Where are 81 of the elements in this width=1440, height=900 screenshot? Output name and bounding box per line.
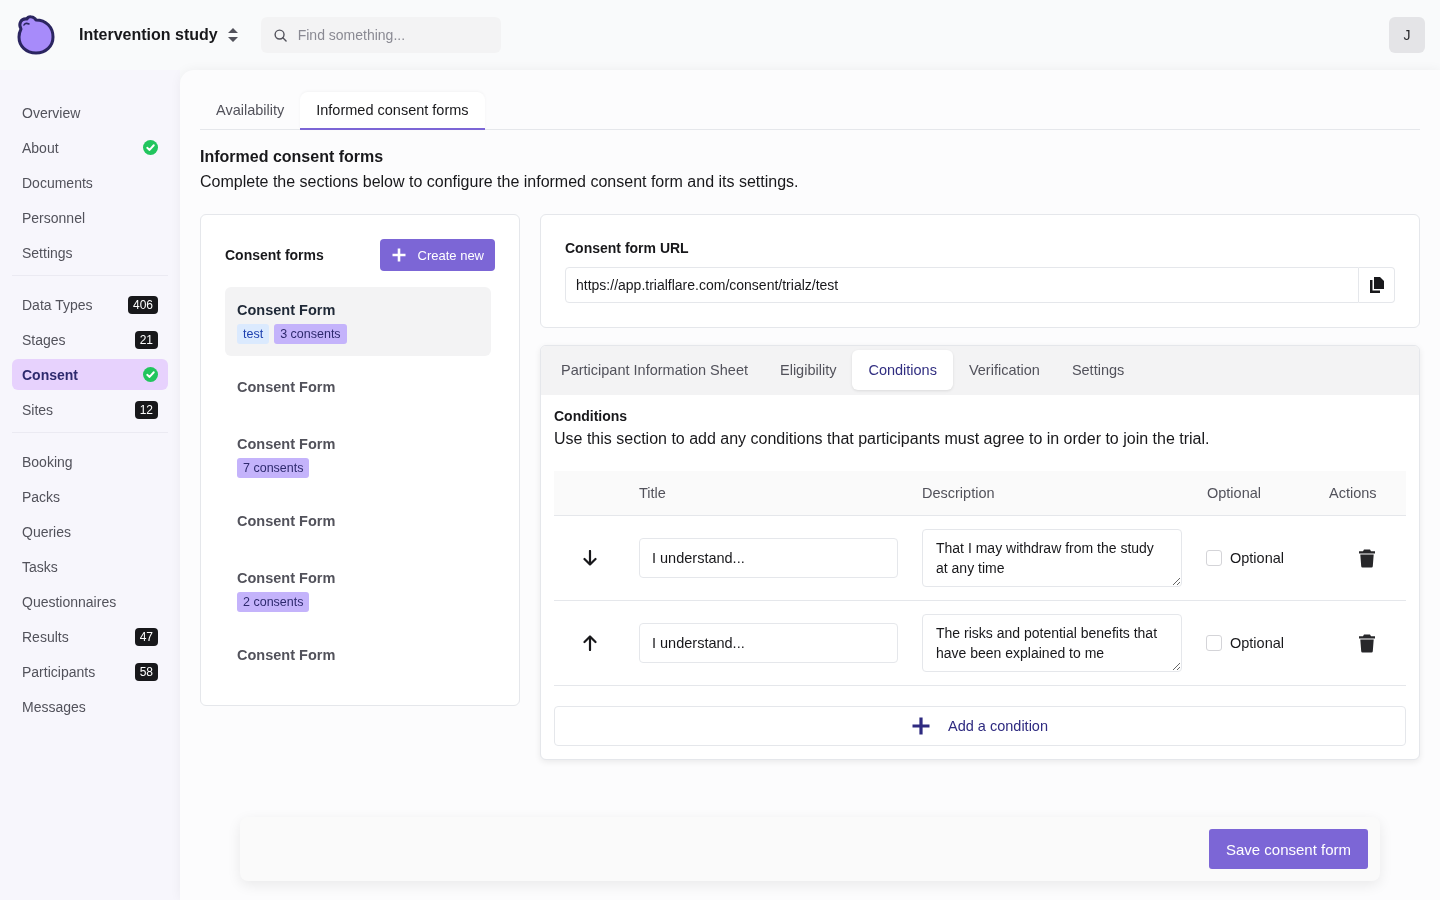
count-badge: 21 bbox=[134, 330, 158, 349]
tag: test bbox=[237, 324, 270, 344]
save-button[interactable]: Save consent form bbox=[1208, 829, 1368, 869]
sidebar-item[interactable]: Overview bbox=[12, 97, 168, 128]
user-avatar[interactable]: J bbox=[1389, 17, 1425, 53]
column-header: Optional bbox=[1207, 485, 1261, 501]
page-tab[interactable]: Availability bbox=[200, 92, 301, 130]
count-badge: 47 bbox=[134, 627, 158, 646]
form-title: Consent Form bbox=[237, 301, 337, 320]
arrow-down-icon[interactable] bbox=[583, 550, 597, 566]
form-title: Consent Form bbox=[237, 435, 337, 454]
sidebar-item[interactable]: Sites 12 bbox=[12, 394, 168, 425]
tag: 7 consents bbox=[237, 458, 310, 478]
copy-button[interactable] bbox=[1359, 267, 1395, 303]
copy-icon bbox=[1369, 277, 1384, 293]
sidebar-item[interactable]: Personnel bbox=[12, 202, 168, 233]
form-title: Consent Form bbox=[237, 569, 337, 588]
editor-tab[interactable]: Conditions bbox=[852, 350, 953, 390]
sidebar-item[interactable]: Stages 21 bbox=[12, 324, 168, 355]
sidebar-item[interactable]: Settings bbox=[12, 237, 168, 268]
sidebar-item[interactable]: Tasks bbox=[12, 551, 168, 582]
section-description: Complete the sections below to configure the informed consent form and its settings. bbox=[200, 172, 800, 192]
checkbox-label[interactable]: Optional bbox=[1230, 550, 1284, 566]
count-badge: 12 bbox=[134, 400, 158, 419]
sidebar-item[interactable]: About bbox=[12, 132, 168, 163]
consent-form-item[interactable]: Consent Form 2 consents bbox=[225, 555, 491, 624]
form-title: Consent Form bbox=[237, 378, 337, 397]
form-title: Consent Form bbox=[237, 512, 337, 531]
consent-form-item[interactable]: Consent Form test 3 consents bbox=[225, 287, 491, 356]
section-title: Informed consent forms bbox=[200, 147, 385, 167]
plus-icon bbox=[912, 717, 930, 735]
sidebar-item[interactable]: Questionnaires bbox=[12, 586, 168, 617]
search-field[interactable]: Find something... bbox=[260, 17, 501, 53]
sidebar-item[interactable]: Queries bbox=[12, 516, 168, 547]
description-textarea[interactable]: The risks and potential benefits that have been explained to me bbox=[922, 614, 1182, 672]
checkbox-label[interactable]: Optional bbox=[1230, 635, 1284, 651]
column-header: Description bbox=[922, 485, 995, 501]
editor-title: Conditions bbox=[554, 407, 629, 425]
title-input[interactable]: I understand... bbox=[639, 538, 898, 578]
url-field[interactable]: https://app.trialflare.com/consent/trialz/test bbox=[565, 267, 1359, 303]
sidebar-item[interactable]: Consent bbox=[12, 359, 168, 390]
arrow-up-icon[interactable] bbox=[583, 635, 597, 651]
editor-description: Use this section to add any conditions that participants must agree to in order to join the trial. bbox=[554, 429, 1211, 449]
trash-icon[interactable] bbox=[1359, 633, 1375, 653]
sidebar-item[interactable]: Documents bbox=[12, 167, 168, 198]
form-title: Consent Form bbox=[237, 646, 337, 665]
sidebar-item[interactable]: Participants 58 bbox=[12, 656, 168, 687]
panel-title: Consent forms bbox=[225, 247, 324, 263]
description-textarea[interactable]: That I may withdraw from the study at any time bbox=[922, 529, 1182, 587]
tag: 2 consents bbox=[237, 592, 310, 612]
consent-form-item[interactable]: Consent Form bbox=[225, 498, 491, 547]
add-condition-button[interactable]: Add a condition bbox=[554, 706, 1406, 746]
sidebar-item[interactable]: Packs bbox=[12, 481, 168, 512]
sidebar-item[interactable]: Data Types 406 bbox=[12, 289, 168, 320]
page-tab[interactable]: Informed consent forms bbox=[300, 92, 485, 130]
create-new-button[interactable]: Create new bbox=[379, 239, 495, 271]
editor-tab[interactable]: Eligibility bbox=[764, 350, 853, 390]
checkbox[interactable] bbox=[1206, 635, 1222, 651]
title-input[interactable]: I understand... bbox=[639, 623, 898, 663]
consent-form-item[interactable]: Consent Form bbox=[225, 364, 491, 413]
trash-icon[interactable] bbox=[1359, 548, 1375, 568]
plus-icon bbox=[391, 248, 406, 262]
count-badge: 406 bbox=[127, 295, 158, 314]
consent-form-item[interactable]: Consent Form bbox=[225, 632, 491, 681]
checkbox[interactable] bbox=[1206, 550, 1222, 566]
tag: 3 consents bbox=[274, 324, 347, 344]
project-name[interactable]: Intervention study bbox=[79, 26, 218, 44]
sidebar-item[interactable]: Booking bbox=[12, 446, 168, 477]
sidebar-item[interactable]: Results 47 bbox=[12, 621, 168, 652]
editor-tab[interactable]: Settings bbox=[1055, 350, 1141, 390]
field-label: Consent form URL bbox=[565, 239, 690, 257]
column-header: Title bbox=[639, 485, 666, 501]
editor-tab[interactable]: Verification bbox=[952, 350, 1056, 390]
count-badge: 58 bbox=[134, 662, 158, 681]
search-icon bbox=[273, 29, 287, 42]
consent-form-item[interactable]: Consent Form 7 consents bbox=[225, 421, 491, 490]
editor-tab[interactable]: Participant Information Sheet bbox=[545, 350, 764, 390]
column-header: Actions bbox=[1329, 485, 1377, 501]
logo-icon[interactable] bbox=[15, 15, 55, 55]
sidebar-item[interactable]: Messages bbox=[12, 691, 168, 722]
updown-caret-icon[interactable] bbox=[227, 28, 238, 42]
